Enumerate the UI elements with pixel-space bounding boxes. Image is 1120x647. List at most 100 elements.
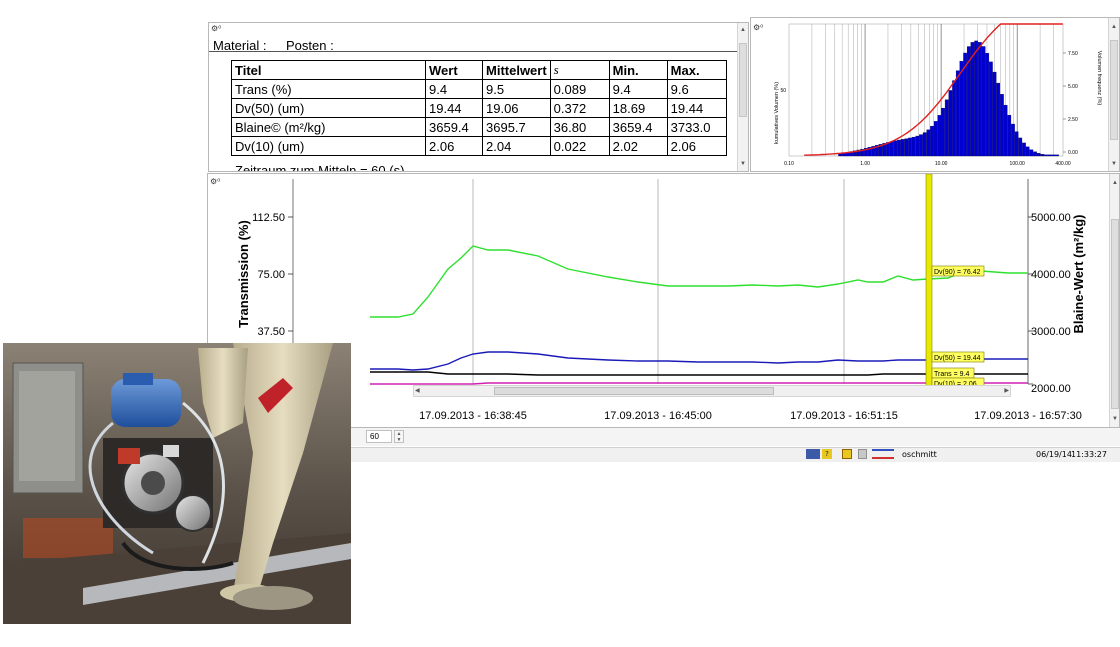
hscroll-thumb[interactable] (494, 387, 774, 395)
cell: 3659.4 (425, 117, 483, 137)
trend-plot-area (293, 179, 1028, 384)
hist-right-tick: 5.00 (1068, 84, 1078, 90)
right-tick-label: 2000.00 (1031, 383, 1071, 395)
hist-left-axis-label: kumulatives Volumen (%) (774, 82, 780, 144)
histogram-scrollbar[interactable]: ▲ ▼ (1108, 18, 1119, 171)
trend-hscrollbar[interactable]: ◀ ▶ (413, 385, 1011, 397)
scroll-up-icon[interactable]: ▲ (738, 25, 748, 35)
hist-right-axis-label: Volumen frequenz (%) (1096, 51, 1102, 106)
stats-table: Titel Wert Mittelwert s Min. Max. Trans … (231, 60, 727, 156)
cell: 19.44 (425, 98, 483, 118)
chart-lines-icon (872, 449, 894, 459)
square-icon (858, 449, 867, 459)
hist-bar (919, 134, 923, 157)
scroll-down-icon[interactable]: ▼ (1109, 159, 1119, 169)
cell: 2.04 (482, 136, 551, 156)
hist-x-tick: 0.10 (784, 161, 794, 167)
cursor-label-dv50: Dv(50) = 19.44 (934, 355, 981, 362)
hist-bar (926, 129, 931, 157)
hist-bar (1044, 154, 1048, 157)
cell: 3659.4 (608, 117, 668, 137)
hist-bar (933, 121, 938, 157)
scroll-up-icon[interactable]: ▲ (1109, 22, 1119, 32)
table-row: Blaine© (m²/kg) 3659.4 3695.7 36.80 3659… (231, 117, 727, 137)
hist-bar (981, 46, 986, 157)
x-tick-label: 17.09.2013 - 16:57:30 (974, 410, 1082, 422)
hist-x-tick: 400.00 (1055, 161, 1071, 167)
hist-bar (959, 61, 964, 157)
scroll-right-icon[interactable]: ▶ (1004, 386, 1009, 396)
cell: 3733.0 (666, 117, 727, 137)
cell: 9.4 (425, 79, 483, 99)
scroll-thumb[interactable] (1110, 40, 1118, 140)
right-axis-title: Blaine-Wert (m²/kg) (1071, 215, 1086, 334)
hist-bar (1033, 151, 1037, 157)
cell: Dv(10) (um) (231, 136, 426, 156)
scroll-down-icon[interactable]: ▼ (1110, 414, 1119, 424)
hist-bar (948, 90, 953, 157)
scroll-up-icon[interactable]: ▲ (1110, 178, 1119, 188)
hist-bar (922, 132, 927, 157)
histogram-panel: ⚙⁰ kumulatives Volumen (%) Volumen frequ… (750, 17, 1120, 172)
averaging-footer: Zeitraum zum Mitteln = 60 (s) (235, 163, 405, 172)
interval-toolbar: 60 ▲ ▼ (350, 428, 1120, 446)
hist-bar (900, 139, 905, 157)
hist-x-tick: 100.00 (1010, 161, 1026, 167)
cell: 2.02 (608, 136, 668, 156)
hist-bar (1040, 154, 1045, 157)
interval-stepper[interactable]: ▲ ▼ (394, 430, 404, 443)
hist-bar (1055, 154, 1059, 157)
cell: 0.372 (549, 98, 610, 118)
right-tick-label: 3000.00 (1031, 326, 1071, 338)
trend-vscrollbar[interactable]: ▲ ▼ (1109, 174, 1119, 427)
interval-input[interactable]: 60 (366, 430, 392, 443)
hist-bar (1036, 153, 1041, 157)
hist-bar (1014, 131, 1019, 157)
scroll-down-icon[interactable]: ▼ (738, 159, 748, 169)
hist-x-tick: 1.00 (860, 161, 870, 167)
hist-bar (985, 52, 990, 157)
cell: 19.06 (482, 98, 551, 118)
cursor-label-dv90: Dv(90) = 76.42 (934, 269, 981, 276)
user-name: oschmitt (902, 450, 937, 459)
hist-bar (1047, 154, 1052, 157)
col-wert: Wert (425, 60, 483, 80)
hist-right-tick: 2.50 (1068, 117, 1078, 123)
hist-bar (1000, 94, 1004, 157)
scroll-left-icon[interactable]: ◀ (415, 386, 420, 396)
hist-bar (1025, 146, 1030, 157)
machine-photo-drawing (3, 343, 351, 624)
cell: 3695.7 (482, 117, 551, 137)
cell: 19.44 (666, 98, 727, 118)
right-tick-label: 4000.00 (1031, 269, 1071, 281)
table-row: Trans (%) 9.4 9.5 0.089 9.4 9.6 (231, 79, 727, 99)
cell: 0.089 (549, 79, 610, 99)
hist-bar (915, 135, 920, 157)
hist-bar (996, 82, 1001, 157)
cell: 2.06 (666, 136, 727, 156)
cell: 36.80 (549, 117, 610, 137)
hist-bar (992, 71, 997, 157)
material-label: Material : (213, 38, 267, 53)
network-icon (806, 449, 820, 459)
stats-panel: ⚙⁰ Material : Posten : Titel Wert Mittel… (208, 22, 749, 172)
scroll-thumb[interactable] (739, 43, 747, 117)
hist-bar (1003, 104, 1008, 157)
hist-bar (1051, 154, 1056, 157)
right-tick-label: 5000.00 (1031, 212, 1071, 224)
hist-bar (908, 137, 912, 157)
help-icon: ? (822, 449, 832, 459)
cell: Dv(50) (um) (231, 98, 426, 118)
status-date: 06/19/14 (1036, 450, 1072, 459)
hist-bar (897, 139, 901, 157)
hist-bar (930, 125, 934, 157)
scroll-thumb[interactable] (1111, 219, 1119, 409)
hist-bar (937, 115, 942, 157)
hist-x-tick: 10.00 (935, 161, 948, 167)
left-tick-label: 75.00 (257, 269, 285, 281)
hist-bar (978, 42, 982, 157)
posten-label: Posten : (286, 38, 334, 53)
hist-bar (911, 136, 916, 157)
cell: 9.6 (666, 79, 727, 99)
stats-scrollbar[interactable]: ▲ ▼ (737, 23, 748, 171)
